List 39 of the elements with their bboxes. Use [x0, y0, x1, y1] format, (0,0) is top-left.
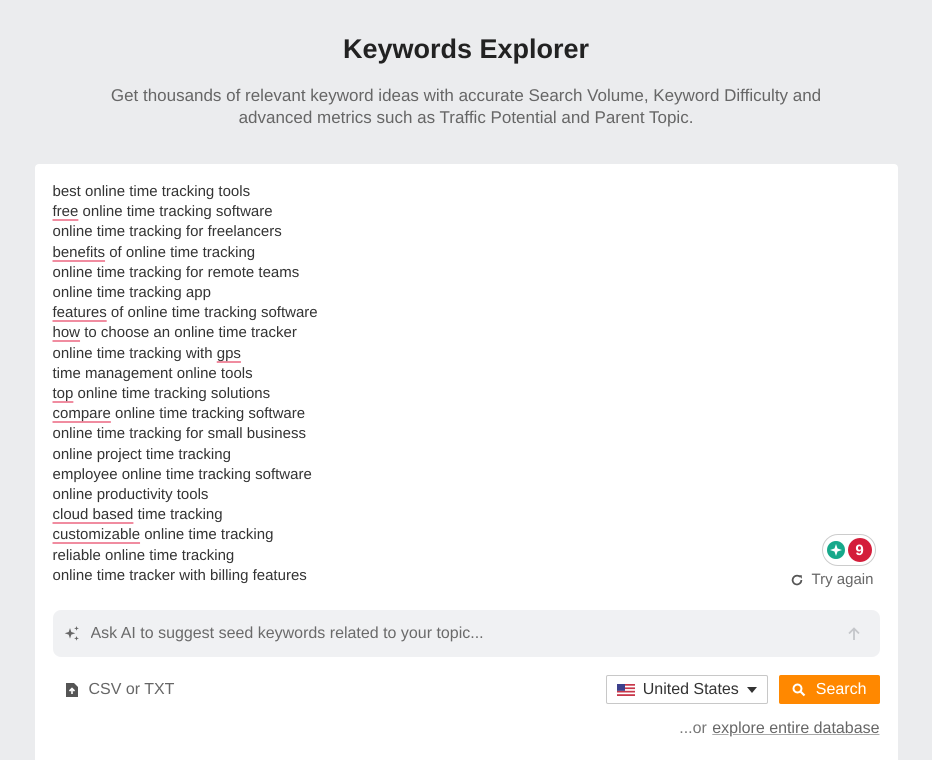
keyword-line: online project time tracking: [52, 444, 231, 465]
ai-prompt-input[interactable]: Ask AI to suggest seed keywords related to your topic...: [88, 624, 838, 644]
keyword-line: online time tracking with gps: [52, 344, 241, 364]
keyword-line: free online time tracking software: [52, 202, 273, 222]
keyword-line: how to choose an online time tracker: [52, 323, 297, 344]
upload-button[interactable]: CSV or TXT: [52, 680, 174, 699]
caret-icon: [746, 686, 757, 693]
try-again-button[interactable]: Try again: [790, 571, 874, 588]
page-title: Keywords Explorer: [342, 34, 590, 65]
keyword-line: top online time tracking solutions: [52, 384, 270, 404]
keyword-line: reliable online time tracking: [52, 546, 234, 566]
country-dropdown[interactable]: United States: [606, 675, 768, 704]
keyword-line: customizable online time tracking: [52, 525, 274, 546]
keyword-line: online time tracking app: [52, 283, 211, 304]
keyword-line: online time tracking for remote teams: [52, 262, 300, 283]
keyword-line: time management online tools: [52, 364, 253, 384]
keyword-line: features of online time tracking software: [52, 303, 318, 324]
extension-badge[interactable]: 9: [822, 534, 876, 566]
keyword-line: employee online time tracking software: [52, 464, 312, 485]
explore-database-link[interactable]: explore entire database: [712, 720, 880, 738]
search-icon: [792, 682, 806, 697]
keyword-line: online productivity tools: [52, 485, 208, 506]
refresh-icon: [790, 572, 804, 587]
keyword-line: online time tracking for small business: [52, 424, 306, 444]
keyword-line: online time tracker with billing features: [52, 566, 307, 586]
flag-icon: [616, 684, 635, 696]
keyword-line: best online time tracking tools: [52, 182, 250, 202]
keyword-line: online time tracking for freelancers: [52, 222, 282, 242]
keyword-line: compare online time tracking software: [52, 404, 306, 424]
sparkle-icon: [62, 624, 80, 643]
notification-count: 9: [848, 538, 872, 562]
sparkle-icon: [826, 540, 846, 560]
explore-prefix: ...or: [679, 720, 707, 738]
arrow-up-icon[interactable]: [846, 626, 862, 642]
ai-prompt-field[interactable]: Ask AI to suggest seed keywords related to your topic...: [52, 610, 880, 658]
page-subtitle: Get thousands of relevant keyword ideas with accurate Search Volume, Keyword Difficulty and advanced metrics such as Traffic Potential and Parent Topic.: [110, 85, 822, 129]
keyword-line: benefits of online time tracking: [52, 242, 256, 263]
keyword-line: cloud based time tracking: [52, 505, 223, 526]
file-upload-icon: [64, 682, 78, 698]
